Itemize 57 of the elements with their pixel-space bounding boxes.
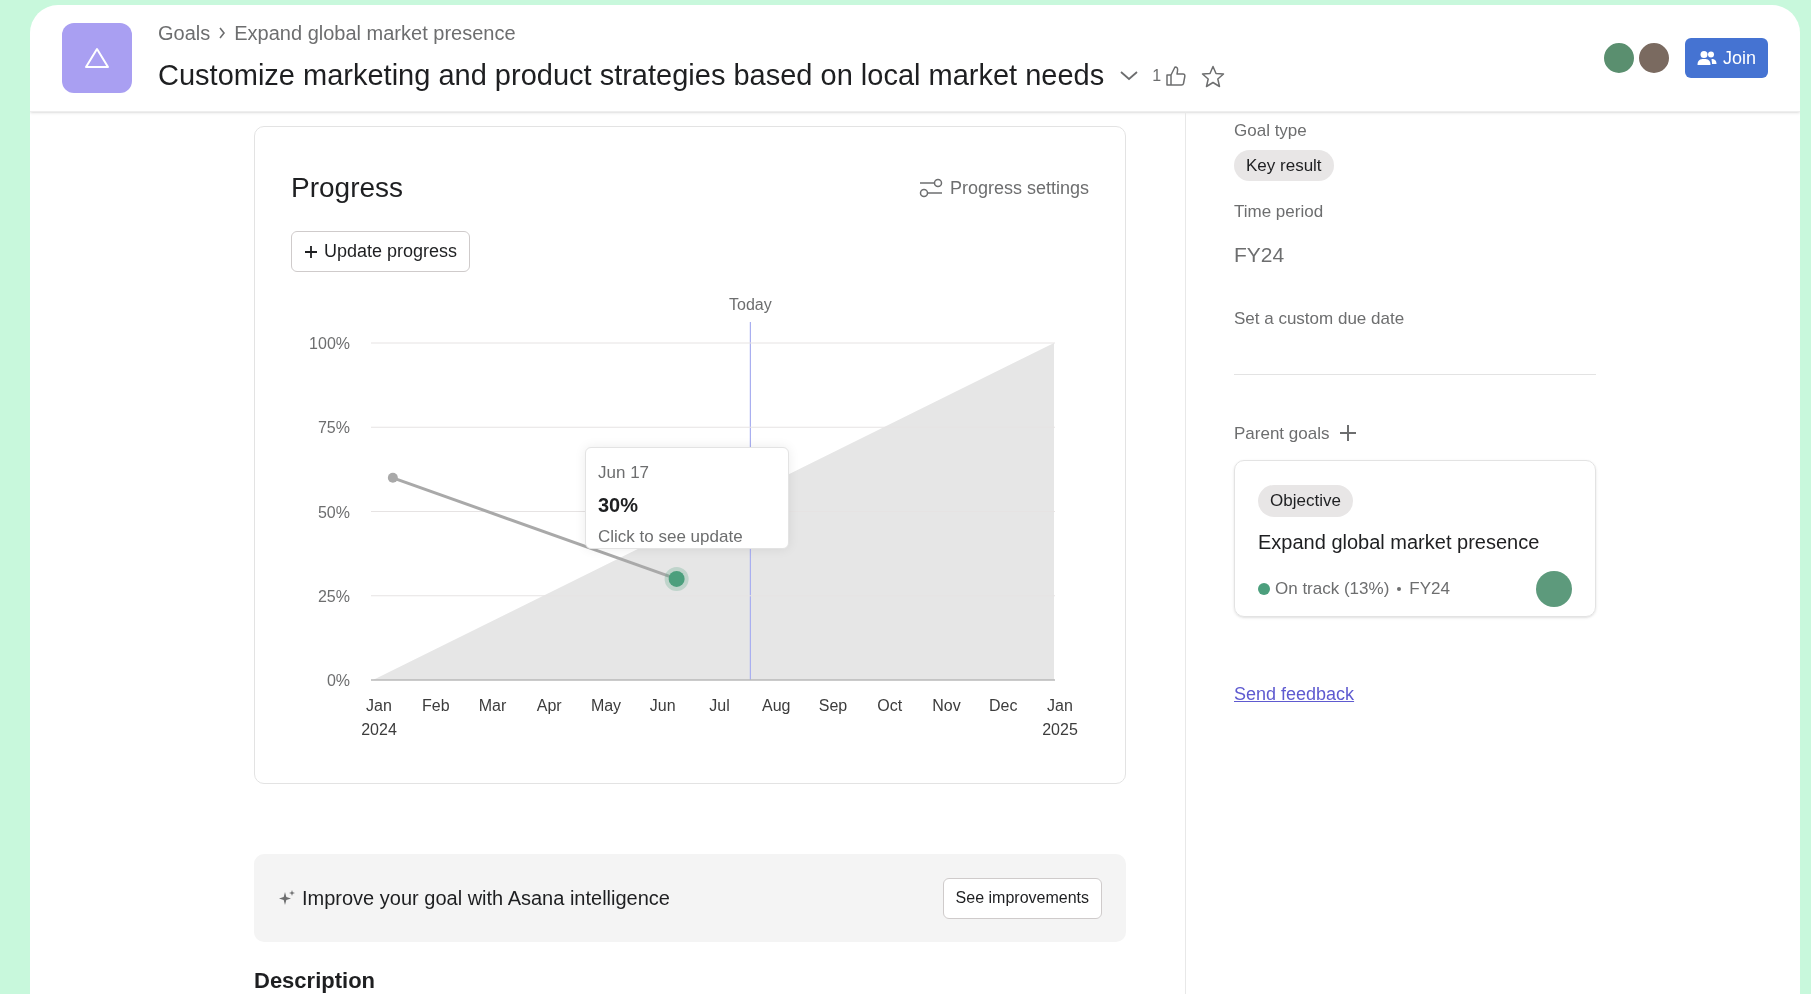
- goal-title: Expand global market presence: [1258, 529, 1541, 555]
- section-heading: Description: [254, 967, 377, 994]
- breadcrumb-link[interactable]: Expand global market presence: [234, 18, 516, 49]
- axis-label: Feb: [421, 697, 450, 714]
- like-button[interactable]: 1: [1152, 64, 1188, 88]
- time-period-value[interactable]: FY24: [1234, 238, 1606, 270]
- axis-label: Jan 2025: [1042, 697, 1078, 738]
- tooltip-date: Jun 17: [598, 462, 651, 484]
- axis-label: Jul: [709, 697, 730, 714]
- sliders-icon: [917, 178, 944, 198]
- goal-type-tag: Objective: [1258, 485, 1353, 517]
- time-period-value: FY24: [1409, 577, 1450, 600]
- axis-label: 100%: [309, 335, 350, 352]
- data-point[interactable]: [664, 566, 689, 591]
- custom-due-date-link[interactable]: Set a custom due date: [1234, 306, 1405, 332]
- axis-label: 25%: [317, 587, 350, 605]
- goal-icon: [62, 23, 132, 93]
- axis-label: Aug: [762, 697, 791, 714]
- axis-label: Jan 2024: [361, 697, 397, 738]
- people-icon: [1696, 50, 1717, 66]
- axis-label: 75%: [317, 419, 350, 437]
- axis-label: 0%: [326, 672, 350, 689]
- axis-label: Oct: [877, 697, 903, 714]
- status-text: On track (13%): [1275, 577, 1390, 600]
- goal-type-tag[interactable]: Key result: [1234, 149, 1334, 181]
- banner-text: Improve your goal with Asana intelligence: [302, 886, 670, 911]
- see-improvements-button[interactable]: See improvements: [942, 877, 1102, 919]
- axis-label: 50%: [317, 503, 350, 521]
- star-icon[interactable]: [1201, 64, 1226, 88]
- goal-title: Customize marketing and product strategies based on local market needs: [158, 58, 1105, 94]
- axis-label: Apr: [536, 697, 562, 714]
- chevron-right-icon: [218, 27, 227, 40]
- chart-tooltip[interactable]: Jun 17 30% Click to see update: [585, 447, 789, 549]
- update-progress-button[interactable]: Update progress: [291, 231, 471, 272]
- card-title: Progress: [291, 171, 404, 205]
- field-label: Parent goals: [1234, 422, 1330, 445]
- plus-icon[interactable]: [1339, 424, 1358, 443]
- breadcrumb-link[interactable]: Goals: [158, 18, 211, 49]
- progress-settings-button[interactable]: Progress settings: [917, 174, 1089, 202]
- axis-label: Dec: [989, 697, 1018, 714]
- axis-label: May: [590, 697, 622, 714]
- plus-icon: [304, 244, 318, 259]
- field-label: Time period: [1234, 201, 1325, 223]
- tooltip-hint: Click to see update: [598, 525, 744, 548]
- parent-goal-card[interactable]: Objective Expand global market presence On track (13%) FY24: [1234, 460, 1596, 617]
- axis-label: Jun: [649, 697, 676, 714]
- axis-label: Mar: [478, 697, 507, 714]
- axis-label: Nov: [932, 697, 961, 714]
- send-feedback-link[interactable]: Send feedback: [1234, 681, 1355, 708]
- avatar[interactable]: [1536, 570, 1572, 607]
- join-button[interactable]: Join: [1684, 38, 1768, 78]
- thumbs-up-icon: [1165, 65, 1188, 87]
- field-label: Goal type: [1234, 120, 1308, 142]
- tooltip-value: 30%: [598, 492, 640, 518]
- chevron-down-icon[interactable]: [1120, 71, 1139, 81]
- today-label: Today: [729, 296, 772, 313]
- axis-label: Sep: [818, 697, 848, 714]
